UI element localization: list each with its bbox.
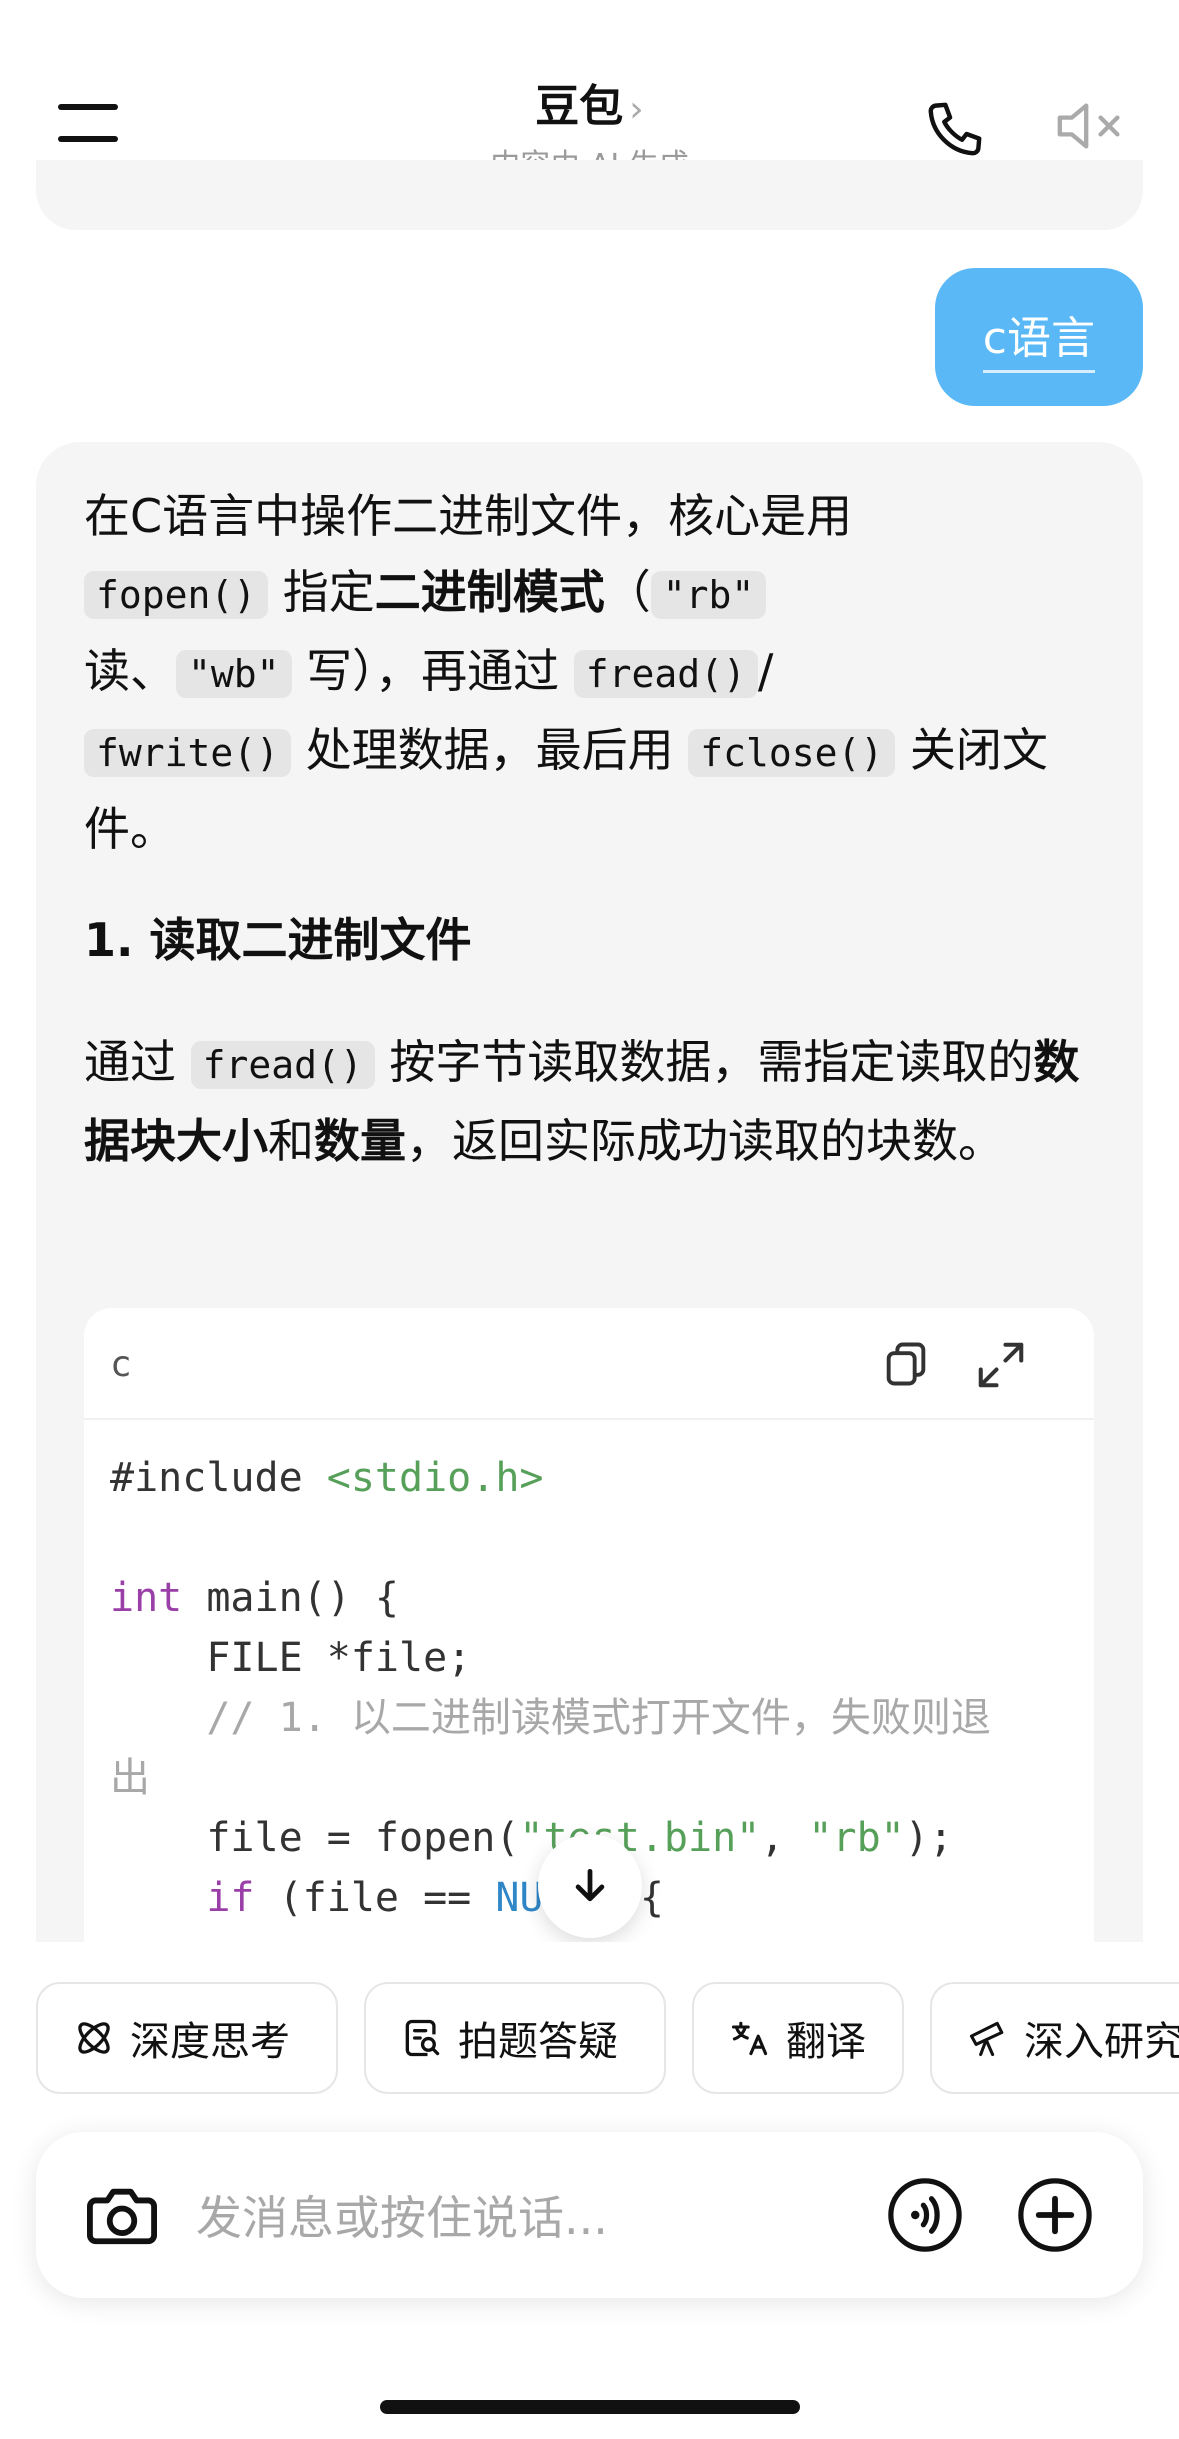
home-indicator[interactable]	[380, 2400, 800, 2414]
inline-code: "wb"	[176, 650, 292, 698]
chip-label: 翻译	[786, 2019, 866, 2065]
assistant-message-card: 在C语言中操作二进制文件，核心是用 fopen() 指定二进制模式（ "rb" 读…	[36, 442, 1143, 1942]
chip-label: 深度思考	[130, 2019, 290, 2065]
code-token: main() {	[182, 1575, 399, 1621]
text-run: 写），再通过	[291, 644, 574, 698]
inline-code: "rb"	[650, 571, 767, 619]
inline-code: fread()	[573, 650, 758, 698]
bold-text: 二进制模式	[374, 565, 605, 619]
text-run: 按字节读取数据，需指定读取的	[374, 1035, 1034, 1089]
code-token: #include	[110, 1455, 327, 1501]
photo-question-icon	[405, 2019, 440, 2057]
code-token: FILE *file;	[110, 1635, 472, 1681]
top-bar: 豆包› 内容由 AI 生成	[0, 0, 1179, 185]
scroll-to-bottom-button[interactable]	[538, 1834, 642, 1938]
page-title[interactable]: 豆包	[535, 81, 623, 132]
deep-research-button[interactable]: 深入研究	[930, 1982, 1179, 2094]
plus-icon[interactable]	[1016, 2176, 1094, 2254]
copy-icon[interactable]	[880, 1338, 932, 1390]
inline-code: fread()	[190, 1041, 375, 1089]
camera-icon[interactable]	[84, 2180, 160, 2250]
translate-button[interactable]: 翻译	[692, 1982, 904, 2094]
section-paragraph: 通过 fread() 按字节读取数据，需指定读取的数据块大小和数量，返回实际成功…	[84, 1024, 1095, 1179]
code-token: file = fopen(	[110, 1815, 520, 1861]
chevron-right-icon: ›	[629, 89, 644, 130]
previous-message-bubble	[36, 160, 1143, 230]
code-token: ,	[760, 1815, 809, 1861]
code-token: <stdio.h>	[326, 1455, 544, 1501]
code-token: );	[904, 1815, 953, 1861]
code-token: int	[110, 1575, 183, 1621]
user-message-bubble[interactable]: c语言	[934, 268, 1143, 406]
chip-label: 深入研究	[1024, 2019, 1179, 2065]
inline-code: fwrite()	[84, 729, 292, 777]
code-comment: // 1. 以二进制读模式打开文件，失败则退	[110, 1695, 991, 1741]
deep-think-icon	[78, 2022, 110, 2054]
text-run: 读、	[84, 644, 176, 698]
text-run: （	[604, 565, 651, 619]
speaker-muted-icon[interactable]	[1055, 96, 1127, 156]
expand-icon[interactable]	[974, 1338, 1028, 1392]
voice-call-icon[interactable]	[886, 2176, 964, 2254]
code-token: if	[206, 1875, 255, 1921]
photo-question-button[interactable]: 拍题答疑	[364, 1982, 666, 2094]
text-run: ，返回实际成功读取的块数。	[406, 1114, 1004, 1168]
code-comment: 出	[110, 1755, 150, 1801]
code-token: (file ==	[254, 1875, 496, 1921]
assistant-intro-paragraph: 在C语言中操作二进制文件，核心是用 fopen() 指定二进制模式（ "rb" 读…	[84, 478, 1095, 867]
translate-icon	[731, 2021, 768, 2056]
arrow-down-icon	[575, 1868, 605, 1902]
message-input[interactable]: 发消息或按住说话...	[196, 2182, 608, 2248]
chip-label: 拍题答疑	[458, 2019, 618, 2065]
composer-area: 深度思考 拍题答疑 翻译 深入研究 发消息或按住说话...	[0, 1942, 1179, 2439]
text-run: 指定	[268, 565, 375, 619]
inline-code: fopen()	[84, 571, 269, 619]
text-run: /	[757, 644, 774, 698]
text-run: 通过	[84, 1035, 191, 1089]
code-token: "rb"	[808, 1815, 905, 1861]
text-run: 处理数据，最后用	[291, 723, 689, 777]
phone-icon[interactable]	[922, 96, 988, 162]
bold-text: 数量	[314, 1114, 406, 1168]
telescope-icon	[969, 2021, 1004, 2057]
section-heading: 1. 读取二进制文件	[84, 913, 472, 967]
deep-think-button[interactable]: 深度思考	[36, 1982, 338, 2094]
code-language-label: c	[110, 1344, 132, 1385]
text-run: 和	[268, 1114, 314, 1168]
code-block-header: c	[84, 1308, 1094, 1420]
text-run: 在C语言中操作二进制文件，核心是用	[84, 489, 853, 543]
chat-title-area[interactable]: 豆包 ›	[0, 70, 1179, 134]
message-input-bar: 发消息或按住说话...	[36, 2132, 1143, 2298]
inline-code: fclose()	[688, 729, 896, 777]
user-message-text: c语言	[982, 302, 1095, 373]
